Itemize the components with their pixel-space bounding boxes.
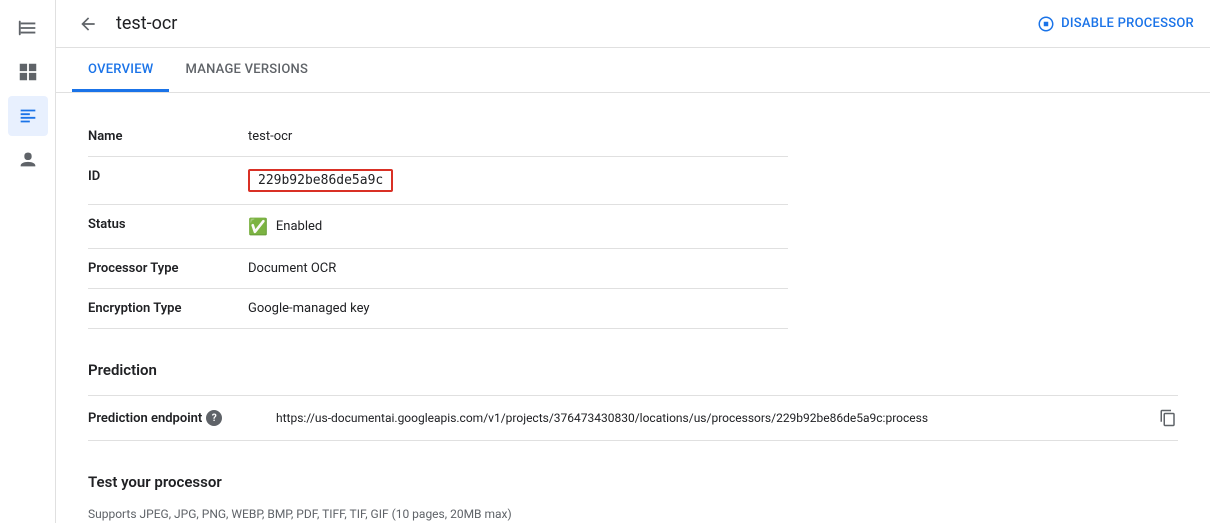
prediction-section: Prediction Prediction endpoint ? https:/… — [88, 361, 1178, 441]
sidebar-item-dashboard[interactable] — [8, 52, 48, 92]
id-label: ID — [88, 157, 248, 205]
tab-manage-versions[interactable]: MANAGE VERSIONS — [169, 48, 324, 92]
name-value: test-ocr — [248, 117, 788, 157]
back-button[interactable] — [72, 8, 104, 40]
status-check-icon: ✅ — [248, 217, 268, 236]
content-area: Name test-ocr ID 229b92be86de5a9c Status… — [56, 93, 1210, 523]
prediction-endpoint-url: https://us-documentai.googleapis.com/v1/… — [276, 411, 1150, 425]
info-table: Name test-ocr ID 229b92be86de5a9c Status… — [88, 117, 788, 329]
help-icon[interactable]: ? — [206, 410, 222, 426]
main-content: test-ocr DISABLE PROCESSOR OVERVIEW MANA… — [56, 0, 1210, 523]
sidebar-item-data[interactable] — [8, 96, 48, 136]
status-text: Enabled — [276, 219, 322, 234]
encryption-type-label: Encryption Type — [88, 289, 248, 329]
processor-type-label: Processor Type — [88, 249, 248, 289]
topbar: test-ocr DISABLE PROCESSOR — [56, 0, 1210, 48]
tab-overview[interactable]: OVERVIEW — [72, 48, 169, 92]
status-label: Status — [88, 205, 248, 249]
test-section-title: Test your processor — [88, 473, 1178, 491]
id-value: 229b92be86de5a9c — [248, 157, 788, 205]
encryption-type-value: Google-managed key — [248, 289, 788, 329]
test-section: Test your processor Supports JPEG, JPG, … — [88, 473, 1178, 523]
id-box: 229b92be86de5a9c — [248, 169, 393, 192]
tabs-bar: OVERVIEW MANAGE VERSIONS — [56, 48, 1210, 93]
copy-url-button[interactable] — [1158, 408, 1178, 428]
processor-type-value: Document OCR — [248, 249, 788, 289]
disable-processor-button[interactable]: DISABLE PROCESSOR — [1037, 15, 1194, 33]
prediction-endpoint-label: Prediction endpoint ? — [88, 410, 268, 426]
sidebar — [0, 0, 56, 523]
test-description: Supports JPEG, JPG, PNG, WEBP, BMP, PDF,… — [88, 507, 1178, 521]
page-title: test-ocr — [116, 13, 1025, 34]
disable-processor-label: DISABLE PROCESSOR — [1061, 16, 1194, 31]
prediction-section-title: Prediction — [88, 361, 1178, 379]
status-value: ✅ Enabled — [248, 205, 788, 249]
sidebar-item-user[interactable] — [8, 140, 48, 180]
name-label: Name — [88, 117, 248, 157]
sidebar-item-document-list[interactable] — [8, 8, 48, 48]
prediction-endpoint-row: Prediction endpoint ? https://us-documen… — [88, 395, 1178, 441]
